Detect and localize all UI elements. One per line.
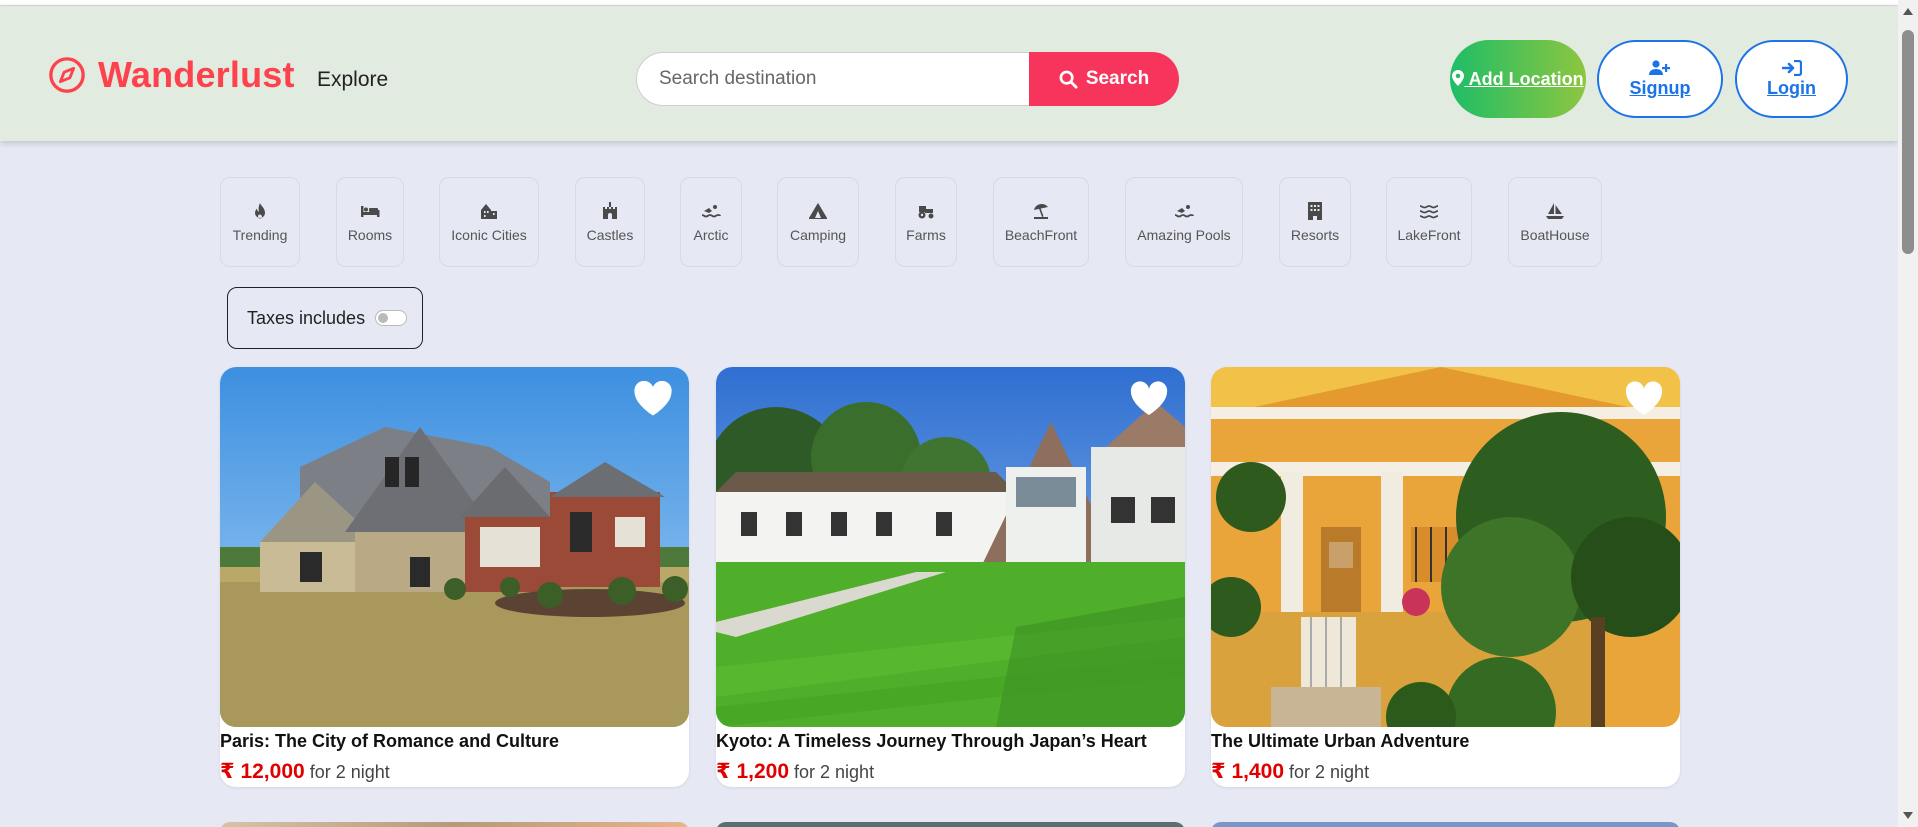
bed-icon [361,206,380,217]
city-icon [481,204,497,219]
listing-image [220,367,689,727]
listing-card[interactable]: Kyoto: A Timeless Journey Through Japan’… [716,367,1185,787]
tax-toggle-label: Taxes includes [247,307,366,328]
listing-card[interactable]: The Ultimate Urban Adventure ₹ 1,400 for… [1211,367,1680,787]
listing-card-peek [220,822,689,827]
user-plus-icon [1649,59,1670,75]
filter-amazing-pools[interactable]: Amazing Pools [1125,177,1243,267]
filter-label: LakeFront [1397,227,1461,243]
add-location-label: Add Location [1468,68,1584,89]
filter-label: Farms [906,227,946,243]
water-icon [1419,205,1439,219]
search-input[interactable] [636,52,1029,106]
listing-title: The Ultimate Urban Adventure [1211,731,1470,751]
search-button-label: Search [1085,68,1150,89]
filter-label: BoatHouse [1520,227,1590,243]
listing-price: ₹ 1,200 [716,760,789,783]
listing-image [716,367,1185,727]
filter-label: Rooms [347,227,393,243]
filter-farms[interactable]: Farms [895,177,957,267]
filter-castles[interactable]: Castles [575,177,645,267]
filter-label: Resorts [1290,227,1340,243]
search-form: Search [636,52,1179,106]
filter-rooms[interactable]: Rooms [336,177,404,267]
filter-beachfront[interactable]: BeachFront [993,177,1089,267]
tent-icon [809,203,827,219]
scroll-up-arrow-icon[interactable] [1903,8,1913,15]
listing-card[interactable]: Paris: The City of Romance and Culture ₹… [220,367,689,787]
filter-arctic[interactable]: Arctic [680,177,742,267]
listing-price-suffix: for 2 night [309,762,390,782]
login-label: Login [1767,77,1816,98]
listing-title: Kyoto: A Timeless Journey Through Japan’… [716,731,1147,751]
signup-label: Signup [1629,77,1691,98]
listing-price-line: ₹ 12,000 for 2 night [220,759,390,784]
filter-label: Camping [789,227,847,243]
listing-price-suffix: for 2 night [794,762,875,782]
add-location-content: Add Location [1452,66,1584,93]
navbar: Wanderlust Explore Search Add Location S… [0,6,1898,141]
scroll-down-arrow-icon[interactable] [1903,812,1913,819]
listing-price: ₹ 12,000 [220,760,305,783]
filter-iconic-cities[interactable]: Iconic Cities [439,177,539,267]
filter-label: Arctic [693,227,729,243]
add-location-button[interactable]: Add Location [1450,40,1586,118]
heart-icon[interactable] [1129,381,1169,417]
login-button[interactable]: Login [1735,40,1848,118]
umbrella-beach-icon [1034,203,1048,219]
brand-name: Wanderlust [98,54,295,95]
map-marker-icon [1452,69,1465,86]
brand-link[interactable]: Wanderlust [48,54,295,96]
filter-boathouse[interactable]: BoatHouse [1508,177,1602,267]
listing-image [1211,367,1680,727]
page-scrollbar[interactable] [1898,0,1918,827]
filter-lakefront[interactable]: LakeFront [1386,177,1472,267]
pool-icon [1174,205,1194,218]
listing-card-peek [716,822,1185,827]
signup-button[interactable]: Signup [1597,40,1723,118]
filter-label: Trending [232,227,288,243]
filter-label: BeachFront [1004,227,1078,243]
tractor-icon [918,206,934,219]
listing-price-line: ₹ 1,400 for 2 night [1211,759,1369,784]
listing-price: ₹ 1,400 [1211,760,1284,783]
filter-label: Amazing Pools [1137,227,1231,243]
filter-label: Castles [586,227,634,243]
swimmer-icon [701,205,721,218]
listing-price-suffix: for 2 night [1289,762,1370,782]
listing-title: Paris: The City of Romance and Culture [220,731,560,751]
sailboat-icon [1546,203,1564,219]
filter-label: Iconic Cities [451,227,527,243]
sign-in-icon [1781,59,1802,76]
nav-explore-link[interactable]: Explore [317,68,388,92]
listing-price-line: ₹ 1,200 for 2 night [716,759,874,784]
compass-icon [49,57,85,93]
filter-trending[interactable]: Trending [220,177,300,267]
castle-icon [603,202,617,219]
building-icon [1308,202,1322,220]
tax-toggle-switch[interactable] [375,310,408,326]
fire-icon [255,203,265,219]
heart-icon[interactable] [633,381,673,417]
scrollbar-thumb[interactable] [1902,30,1914,254]
heart-icon[interactable] [1624,381,1664,417]
tax-toggle-box: Taxes includes [227,287,423,349]
search-icon [1059,70,1078,89]
filter-resorts[interactable]: Resorts [1279,177,1351,267]
search-button[interactable]: Search [1029,52,1179,106]
filter-camping[interactable]: Camping [777,177,859,267]
listing-card-peek [1211,822,1680,827]
